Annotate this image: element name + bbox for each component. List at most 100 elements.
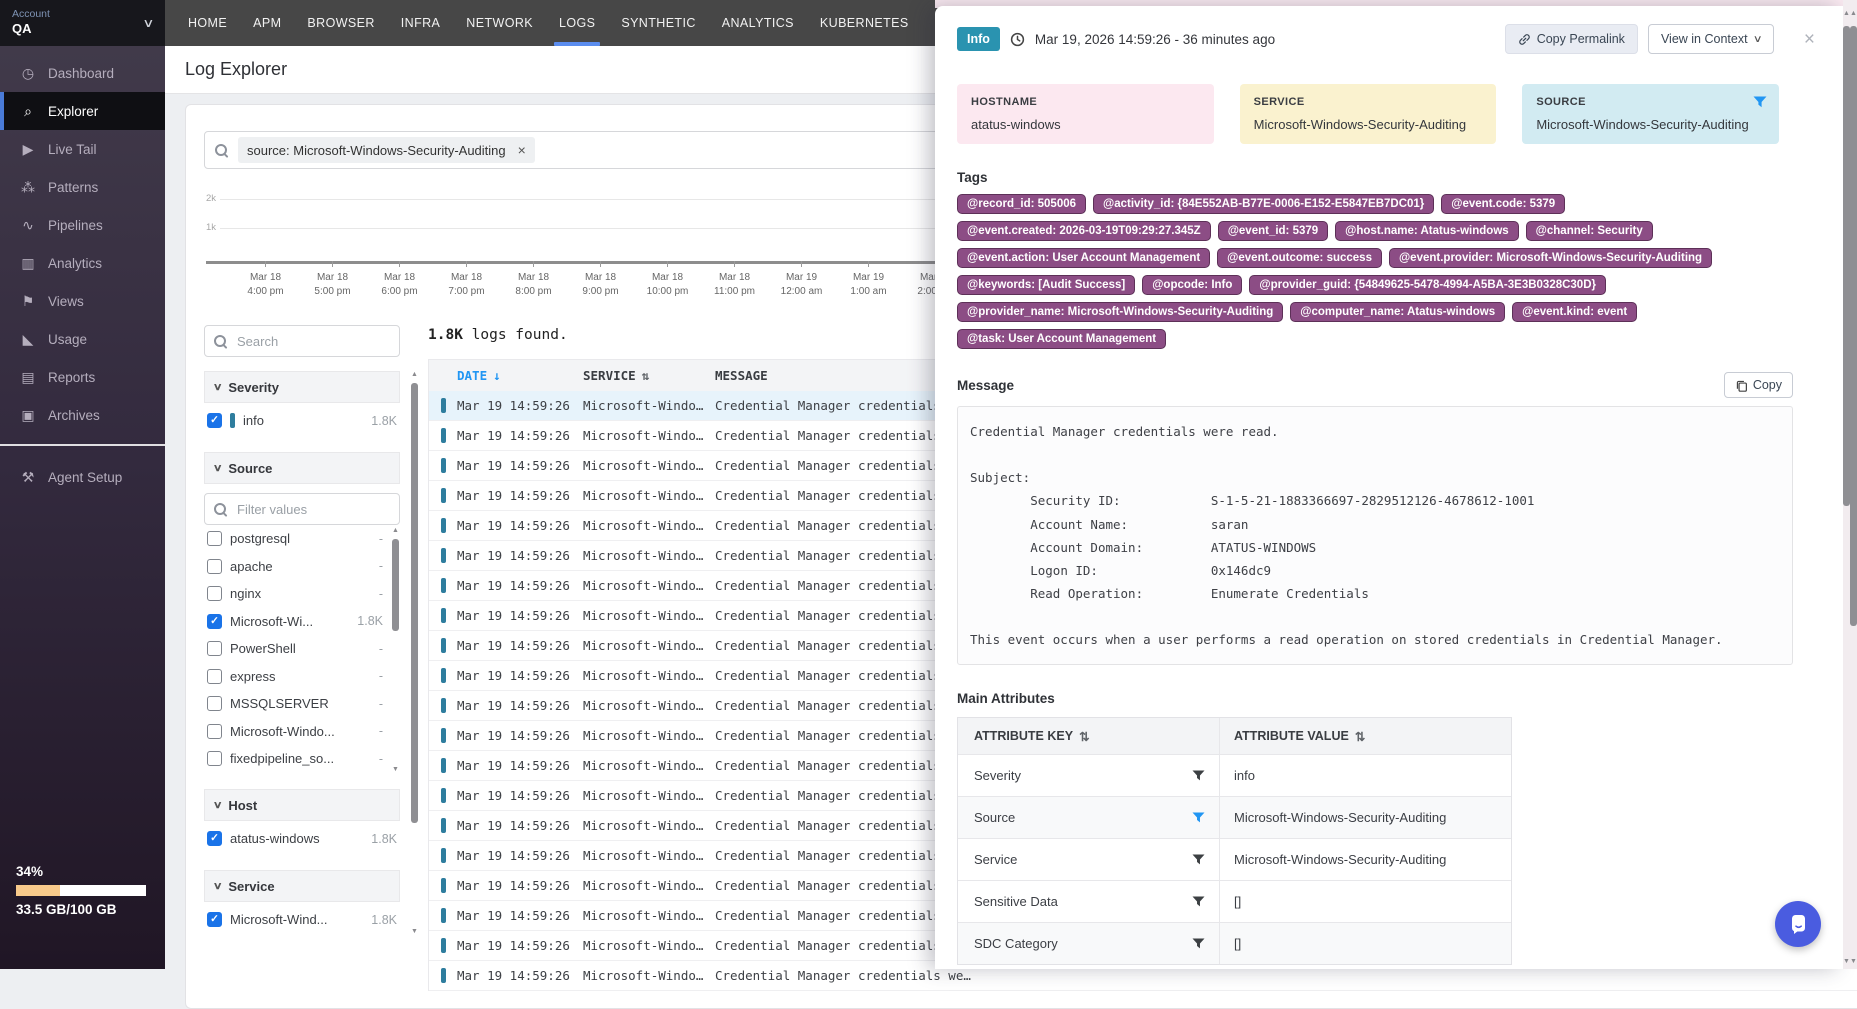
facet-search[interactable] (204, 325, 400, 357)
query-chip-label: source: Microsoft-Windows-Security-Audit… (247, 143, 506, 158)
sidebar-item[interactable]: ▥ Analytics (0, 244, 165, 282)
tag-chip[interactable]: @provider_name: Microsoft-Windows-Securi… (957, 302, 1283, 322)
facet-item-service[interactable]: ✓ Microsoft-Wind... 1.8K (204, 902, 400, 937)
sidebar-item[interactable]: ⌕ Explorer (0, 92, 165, 130)
filter-icon[interactable] (1192, 770, 1205, 782)
sidebar-item[interactable]: ▶ Live Tail (0, 130, 165, 168)
attribute-row: Service Microsoft-Windows-Security-Audit… (958, 838, 1511, 880)
tag-chip[interactable]: @computer_name: Atatus-windows (1290, 302, 1505, 322)
sidebar-item[interactable]: ⚑ Views (0, 282, 165, 320)
checkbox[interactable]: ✓ (207, 559, 222, 574)
nav-tab[interactable]: INFRA (388, 0, 454, 46)
checkbox[interactable]: ✓ (207, 531, 222, 546)
checkbox[interactable]: ✓ (207, 831, 222, 846)
x-axis-tick: Mar 188:00 pm (500, 261, 567, 299)
checkbox[interactable]: ✓ (207, 641, 222, 656)
link-icon (1518, 33, 1531, 46)
nav-tab[interactable]: APM (240, 0, 294, 46)
facet-group-severity-header[interactable]: ∨ Severity (204, 371, 400, 403)
checkbox[interactable]: ✓ (207, 614, 222, 629)
severity-pill-icon (441, 548, 446, 563)
facet-item-source[interactable]: ✓ express - (204, 663, 386, 691)
source-list-scrollbar[interactable]: ▲ ▼ (391, 527, 400, 773)
checkbox[interactable]: ✓ (207, 669, 222, 684)
facet-group-source-header[interactable]: ∨ Source (204, 452, 400, 484)
tag-chip[interactable]: @event.action: User Account Management (957, 248, 1210, 268)
sidebar-item[interactable]: ▤ Reports (0, 358, 165, 396)
page-scrollbar[interactable]: ▲ ▼ (1850, 0, 1857, 969)
tag-chip[interactable]: @channel: Security (1526, 221, 1653, 241)
sidebar-item-agent-setup[interactable]: ⚒ Agent Setup (0, 458, 165, 496)
checkbox[interactable]: ✓ (207, 751, 222, 766)
nav-tab[interactable]: BROWSER (294, 0, 387, 46)
tag-chip[interactable]: @event.outcome: success (1217, 248, 1382, 268)
filter-icon[interactable] (1192, 896, 1205, 908)
tag-chip[interactable]: @keywords: [Audit Success] (957, 275, 1135, 295)
facet-item-source[interactable]: ✓ Microsoft-Windo... - (204, 718, 386, 746)
tag-chip[interactable]: @activity_id: {84E552AB-B77E-0006-E152-E… (1093, 194, 1434, 214)
nav-tab[interactable]: ANALYTICS (709, 0, 807, 46)
nav-tab[interactable]: LOGS (546, 0, 608, 46)
facet-group-host-header[interactable]: ∨ Host (204, 789, 400, 821)
copy-permalink-button[interactable]: Copy Permalink (1505, 24, 1638, 54)
tag-chip[interactable]: @event.created: 2026-03-19T09:29:27.345Z (957, 221, 1211, 241)
chip-remove-icon[interactable]: × (518, 143, 526, 157)
nav-tab[interactable]: HOME (175, 0, 240, 46)
sidebar-item[interactable]: ◣ Usage (0, 320, 165, 358)
facet-item-source[interactable]: ✓ PowerShell - (204, 635, 386, 663)
tag-chip[interactable]: @event_id: 5379 (1218, 221, 1328, 241)
nav-tab-label: NETWORK (466, 16, 533, 30)
severity-pill-icon (441, 698, 446, 713)
query-chip[interactable]: source: Microsoft-Windows-Security-Audit… (238, 137, 535, 163)
attribute-value-header[interactable]: ATTRIBUTE VALUE ⇅ (1220, 718, 1511, 754)
facet-item-source[interactable]: ✓ MSSQLSERVER - (204, 690, 386, 718)
source-filter-input[interactable] (235, 501, 390, 518)
facet-item-host[interactable]: ✓ atatus-windows 1.8K (204, 821, 400, 856)
sidebar-item[interactable]: ▣ Archives (0, 396, 165, 434)
tag-chip[interactable]: @provider_guid: {54849625-5478-4994-A5BA… (1249, 275, 1606, 295)
tag-chip[interactable]: @host.name: Atatus-windows (1335, 221, 1519, 241)
column-service[interactable]: SERVICE⇅ (583, 368, 715, 383)
filter-icon[interactable] (1192, 854, 1205, 866)
filter-icon[interactable] (1192, 938, 1205, 950)
severity-pill-icon (441, 848, 446, 863)
close-icon[interactable]: × (1798, 29, 1821, 50)
facet-item-source[interactable]: ✓ nginx - (204, 580, 386, 608)
filter-icon[interactable] (1192, 812, 1205, 824)
attribute-key-header[interactable]: ATTRIBUTE KEY ⇅ (958, 718, 1220, 754)
sidebar-item[interactable]: ⁂ Patterns (0, 168, 165, 206)
nav-tab[interactable]: SYNTHETIC (608, 0, 708, 46)
tag-chip[interactable]: @opcode: Info (1142, 275, 1242, 295)
column-date[interactable]: DATE↓ (457, 368, 583, 383)
view-in-context-button[interactable]: View in Context ∨ (1648, 24, 1774, 54)
facet-search-input[interactable] (235, 333, 390, 350)
checkbox[interactable]: ✓ (207, 696, 222, 711)
sidebar-item[interactable]: ◷ Dashboard (0, 54, 165, 92)
source-filter[interactable] (204, 493, 400, 525)
facet-group-service-header[interactable]: ∨ Service (204, 870, 400, 902)
copy-message-button[interactable]: Copy (1724, 372, 1793, 398)
facet-item-source[interactable]: ✓ fixedpipeline_so... - (204, 745, 386, 773)
tag-chip[interactable]: @event.code: 5379 (1441, 194, 1565, 214)
checkbox[interactable]: ✓ (207, 586, 222, 601)
tag-chip[interactable]: @event.kind: event (1512, 302, 1637, 322)
tag-chip[interactable]: @event.provider: Microsoft-Windows-Secur… (1389, 248, 1712, 268)
sidebar-item[interactable]: ∿ Pipelines (0, 206, 165, 244)
tag-chip[interactable]: @task: User Account Management (957, 329, 1166, 349)
facet-item-source[interactable]: ✓ apache - (204, 553, 386, 581)
drawer-scrollbar[interactable]: ▲ ▼ (1843, 0, 1850, 969)
nav-tab-label: ANALYTICS (722, 16, 794, 30)
nav-tab[interactable]: KUBERNETES (807, 0, 922, 46)
nav-tab[interactable]: NETWORK (453, 0, 546, 46)
account-switcher[interactable]: Account QA ∨ (0, 0, 165, 46)
checkbox[interactable]: ✓ (207, 724, 222, 739)
facet-item-source[interactable]: ✓ Microsoft-Wi... 1.8K (204, 608, 386, 636)
facet-item-source[interactable]: ✓ postgresql - (204, 525, 386, 553)
facet-item-severity[interactable]: ✓ info 1.8K (204, 403, 400, 438)
tag-chip[interactable]: @record_id: 505006 (957, 194, 1086, 214)
filter-icon[interactable] (1753, 96, 1767, 114)
chat-widget-button[interactable] (1775, 901, 1821, 947)
checkbox[interactable]: ✓ (207, 912, 222, 927)
checkbox[interactable]: ✓ (207, 413, 222, 428)
facets-scrollbar[interactable]: ▲ ▼ (410, 371, 419, 957)
